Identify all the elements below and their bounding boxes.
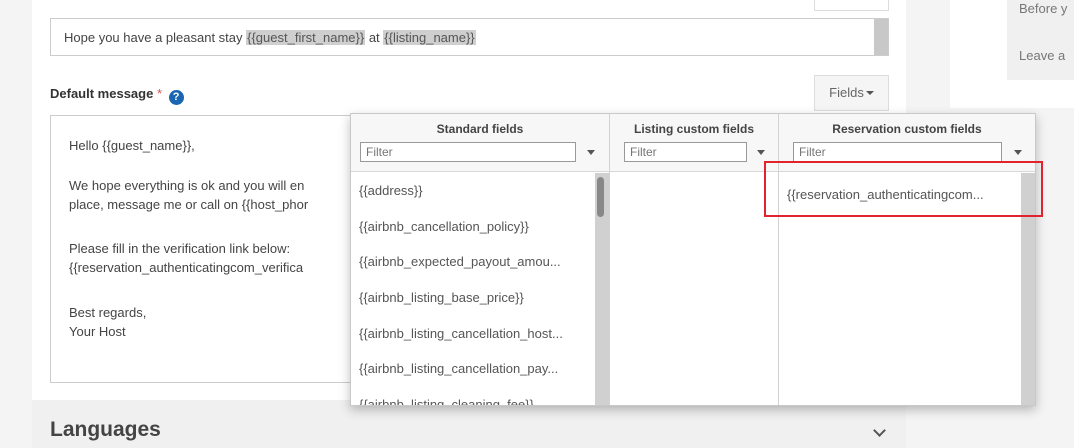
- listing-filter-input[interactable]: [625, 143, 746, 161]
- reservation-scrollbar[interactable]: [1021, 173, 1035, 405]
- leave-button[interactable]: Leave a: [1007, 32, 1074, 80]
- languages-section[interactable]: Languages: [32, 400, 906, 448]
- reservation-filter-wrapper: [793, 142, 1002, 162]
- standard-fields-list: {{address}} {{airbnb_cancellation_policy…: [351, 173, 609, 405]
- subject-scrollbar[interactable]: [874, 19, 888, 55]
- list-item[interactable]: {{airbnb_cancellation_policy}}: [359, 219, 529, 234]
- subject-field[interactable]: Hope you have a pleasant stay {{guest_fi…: [50, 18, 889, 56]
- standard-fields-column: Standard fields {{address}} {{airbnb_can…: [351, 114, 610, 405]
- message-line: {{reservation_authenticatingcom_verifica: [69, 260, 304, 275]
- default-message-label-text: Default message: [50, 86, 154, 101]
- languages-title: Languages: [50, 418, 161, 441]
- message-line: Please fill in the verification link bel…: [69, 241, 291, 256]
- subject-text-mid: at: [365, 30, 384, 45]
- list-item[interactable]: {{airbnb_listing_cancellation_pay...: [359, 361, 558, 376]
- reservation-filter-input[interactable]: [794, 143, 1001, 161]
- listing-filter-wrapper: [624, 142, 747, 162]
- fields-button[interactable]: Fields: [814, 75, 889, 111]
- reservation-custom-fields-header: Reservation custom fields: [779, 114, 1035, 172]
- fields-dropdown: Standard fields {{address}} {{airbnb_can…: [350, 113, 1036, 406]
- message-line: Your Host: [69, 324, 126, 339]
- standard-filter-input[interactable]: [361, 143, 575, 161]
- listing-custom-fields-header: Listing custom fields: [610, 114, 778, 172]
- fields-button-label: Fields: [829, 85, 864, 100]
- listing-custom-fields-column: Listing custom fields: [610, 114, 779, 405]
- standard-scrollbar-thumb[interactable]: [597, 177, 604, 217]
- list-item[interactable]: {{airbnb_listing_base_price}}: [359, 290, 524, 305]
- list-item[interactable]: {{airbnb_expected_payout_amou...: [359, 254, 561, 269]
- list-item[interactable]: {{reservation_authenticatingcom...: [787, 187, 984, 202]
- standard-fields-header: Standard fields: [351, 114, 609, 172]
- listing-custom-fields-list: [610, 173, 778, 405]
- message-line: Hello {{guest_name}},: [69, 138, 195, 153]
- message-line: place, message me or call on {{host_phor: [69, 197, 309, 212]
- standard-filter-caret-icon[interactable]: [587, 150, 595, 155]
- default-message-label: Default message * ?: [50, 86, 184, 105]
- reservation-custom-fields-list: {{reservation_authenticatingcom...: [779, 173, 1035, 405]
- standard-fields-title: Standard fields: [436, 122, 524, 136]
- reservation-custom-fields-column: Reservation custom fields {{reservation_…: [779, 114, 1035, 405]
- help-icon[interactable]: ?: [168, 90, 184, 105]
- standard-filter-wrapper: [360, 142, 576, 162]
- subject-text-before: Hope you have a pleasant stay: [64, 30, 247, 45]
- list-item[interactable]: {{address}}: [359, 183, 423, 198]
- reservation-custom-fields-title: Reservation custom fields: [832, 122, 982, 136]
- subject-text: Hope you have a pleasant stay {{guest_fi…: [64, 30, 476, 45]
- reservation-filter-caret-icon[interactable]: [1014, 150, 1022, 155]
- listing-custom-fields-title: Listing custom fields: [633, 122, 754, 136]
- before-button[interactable]: Before y: [1007, 0, 1074, 33]
- list-item[interactable]: {{airbnb_listing_cleaning_fee}}: [359, 397, 534, 405]
- message-line: Best regards,: [69, 305, 147, 320]
- top-button[interactable]: [814, 0, 889, 11]
- message-line: We hope everything is ok and you will en: [69, 178, 305, 193]
- guest-first-name-tag: {{guest_first_name}}: [246, 30, 366, 45]
- listing-filter-caret-icon[interactable]: [757, 150, 765, 155]
- list-item[interactable]: {{airbnb_listing_cancellation_host...: [359, 326, 563, 341]
- listing-name-tag: {{listing_name}}: [383, 30, 476, 45]
- caret-down-icon: [865, 91, 874, 95]
- chevron-down-icon[interactable]: [873, 424, 886, 437]
- required-mark: *: [156, 86, 163, 101]
